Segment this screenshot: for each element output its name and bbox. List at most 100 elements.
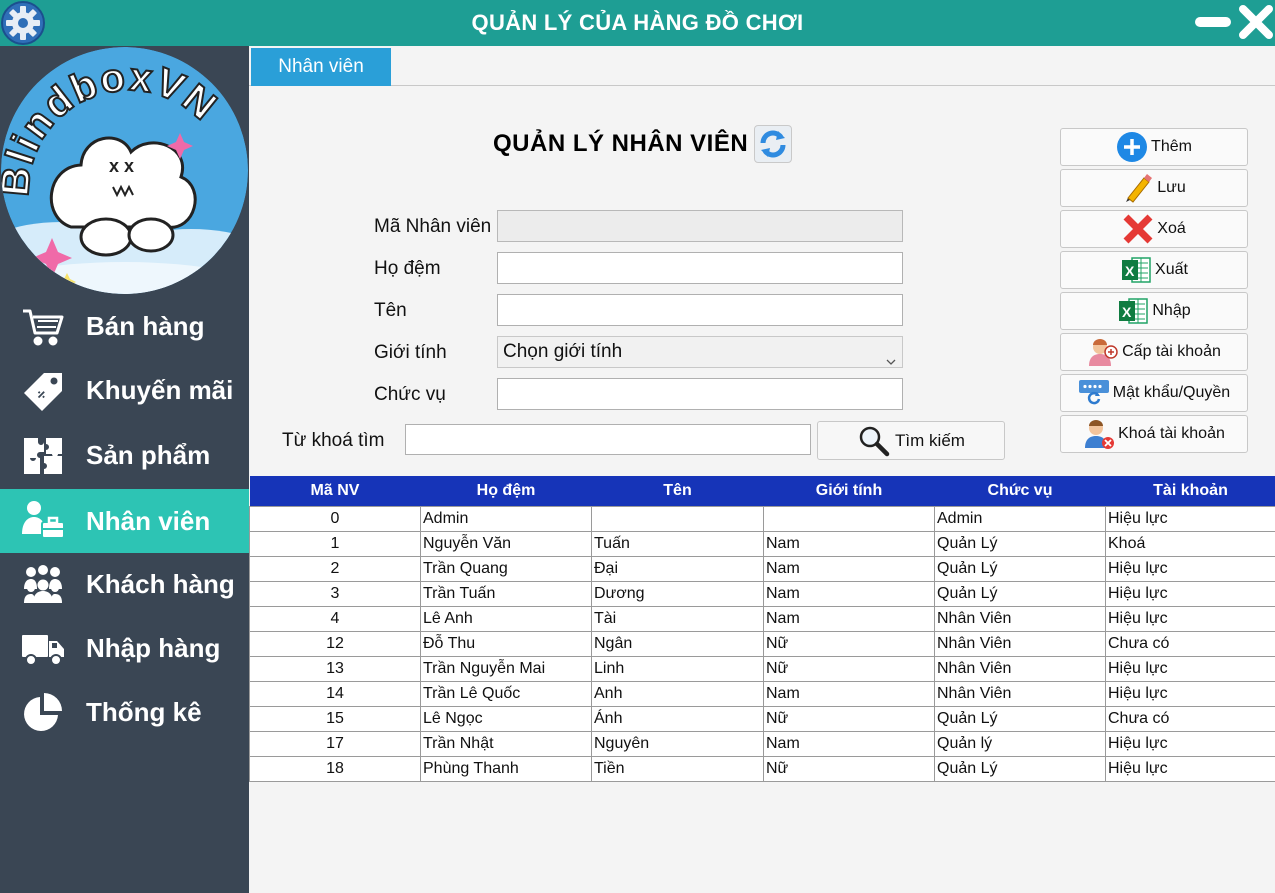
table-cell[interactable]: 4 bbox=[249, 605, 421, 632]
table-cell[interactable]: Nam bbox=[763, 730, 935, 757]
table-cell[interactable]: Chưa có bbox=[1105, 630, 1275, 657]
grant-account-button[interactable]: Cấp tài khoản bbox=[1060, 333, 1248, 371]
table-cell[interactable]: Tuấn bbox=[591, 530, 764, 557]
column-header-tai-khoan[interactable]: Tài khoản bbox=[1105, 476, 1275, 506]
sidebar-item-khach-hang[interactable]: Khách hàng bbox=[0, 552, 249, 616]
add-button[interactable]: Thêm bbox=[1060, 128, 1248, 166]
table-cell[interactable]: Anh bbox=[591, 680, 764, 707]
table-cell[interactable]: Linh bbox=[591, 655, 764, 682]
table-cell[interactable]: Trần Nhật bbox=[420, 730, 592, 757]
table-cell[interactable]: Trần Tuấn bbox=[420, 580, 592, 607]
search-input[interactable] bbox=[405, 424, 811, 455]
refresh-icon[interactable] bbox=[754, 125, 792, 163]
chuc-vu-field[interactable] bbox=[497, 378, 903, 410]
password-permission-button[interactable]: Mật khẩu/Quyền bbox=[1060, 374, 1248, 412]
table-cell[interactable]: Tài bbox=[591, 605, 764, 632]
lock-account-button[interactable]: Khoá tài khoản bbox=[1060, 415, 1248, 453]
sidebar-item-khuyen-mai[interactable]: ÷ Khuyến mãi bbox=[0, 358, 249, 422]
table-cell[interactable] bbox=[591, 505, 764, 532]
sidebar-item-nhan-vien[interactable]: Nhân viên bbox=[0, 489, 249, 553]
table-cell[interactable]: Quản Lý bbox=[934, 530, 1106, 557]
table-cell[interactable]: Quản Lý bbox=[934, 755, 1106, 782]
table-row[interactable]: 1 Nguyễn Văn Tuấn Nam Quản Lý Khoá bbox=[249, 530, 1275, 557]
table-cell[interactable]: Ngân bbox=[591, 630, 764, 657]
table-cell[interactable]: Quản Lý bbox=[934, 580, 1106, 607]
table-cell[interactable] bbox=[763, 505, 935, 532]
table-cell[interactable]: Nhân Viên bbox=[934, 605, 1106, 632]
table-cell[interactable]: 1 bbox=[249, 530, 421, 557]
save-button[interactable]: Lưu bbox=[1060, 169, 1248, 207]
table-row[interactable]: 13 Trần Nguyễn Mai Linh Nữ Nhân Viên Hiệu lực bbox=[249, 655, 1275, 682]
table-cell[interactable]: Trần Lê Quốc bbox=[420, 680, 592, 707]
column-header-ma-nv[interactable]: Mã NV bbox=[249, 476, 421, 506]
column-header-chuc-vu[interactable]: Chức vụ bbox=[934, 476, 1106, 506]
table-cell[interactable]: Admin bbox=[420, 505, 592, 532]
delete-button[interactable]: Xoá bbox=[1060, 210, 1248, 248]
table-cell[interactable]: Admin bbox=[934, 505, 1106, 532]
table-cell[interactable]: Nam bbox=[763, 680, 935, 707]
table-cell[interactable]: Nhân Viên bbox=[934, 680, 1106, 707]
sidebar-item-ban-hang[interactable]: Bán hàng bbox=[0, 294, 249, 358]
table-cell[interactable]: Trần Quang bbox=[420, 555, 592, 582]
table-cell[interactable]: Nữ bbox=[763, 630, 935, 657]
table-cell[interactable]: Hiệu lực bbox=[1105, 755, 1275, 782]
table-cell[interactable]: Lê Ngọc bbox=[420, 705, 592, 732]
table-cell[interactable]: Hiệu lực bbox=[1105, 580, 1275, 607]
table-cell[interactable]: Lê Anh bbox=[420, 605, 592, 632]
table-row[interactable]: 3 Trần Tuấn Dương Nam Quản Lý Hiệu lực bbox=[249, 580, 1275, 607]
table-cell[interactable]: Nguyễn Văn bbox=[420, 530, 592, 557]
table-cell[interactable]: 14 bbox=[249, 680, 421, 707]
table-row[interactable]: 18 Phùng Thanh Tiền Nữ Quản Lý Hiệu lực bbox=[249, 755, 1275, 782]
table-cell[interactable]: 13 bbox=[249, 655, 421, 682]
column-header-ho-dem[interactable]: Họ đệm bbox=[420, 476, 592, 506]
table-cell[interactable]: Đỗ Thu bbox=[420, 630, 592, 657]
table-cell[interactable]: Ánh bbox=[591, 705, 764, 732]
table-cell[interactable]: 15 bbox=[249, 705, 421, 732]
table-cell[interactable]: Nhân Viên bbox=[934, 630, 1106, 657]
table-cell[interactable]: Nhân Viên bbox=[934, 655, 1106, 682]
table-cell[interactable]: Nam bbox=[763, 605, 935, 632]
table-cell[interactable]: Nguyên bbox=[591, 730, 764, 757]
table-cell[interactable]: 2 bbox=[249, 555, 421, 582]
table-cell[interactable]: Quản Lý bbox=[934, 555, 1106, 582]
table-cell[interactable]: Nữ bbox=[763, 755, 935, 782]
column-header-ten[interactable]: Tên bbox=[591, 476, 764, 506]
table-row[interactable]: 4 Lê Anh Tài Nam Nhân Viên Hiệu lực bbox=[249, 605, 1275, 632]
table-cell[interactable]: Trần Nguyễn Mai bbox=[420, 655, 592, 682]
table-cell[interactable]: Nam bbox=[763, 555, 935, 582]
table-cell[interactable]: Hiệu lực bbox=[1105, 730, 1275, 757]
minimize-icon[interactable] bbox=[1193, 14, 1233, 30]
table-row[interactable]: 2 Trần Quang Đại Nam Quản Lý Hiệu lực bbox=[249, 555, 1275, 582]
table-cell[interactable]: Nữ bbox=[763, 655, 935, 682]
table-cell[interactable]: Hiệu lực bbox=[1105, 655, 1275, 682]
ho-dem-field[interactable] bbox=[497, 252, 903, 284]
table-cell[interactable]: Tiền bbox=[591, 755, 764, 782]
sidebar-item-nhap-hang[interactable]: Nhập hàng bbox=[0, 616, 249, 680]
table-cell[interactable]: Nam bbox=[763, 530, 935, 557]
export-button[interactable]: X Xuất bbox=[1060, 251, 1248, 289]
close-icon[interactable] bbox=[1238, 4, 1274, 40]
table-cell[interactable]: Nữ bbox=[763, 705, 935, 732]
ma-nhan-vien-field[interactable] bbox=[497, 210, 903, 242]
table-cell[interactable]: Dương bbox=[591, 580, 764, 607]
table-cell[interactable]: Hiệu lực bbox=[1105, 505, 1275, 532]
table-cell[interactable]: 12 bbox=[249, 630, 421, 657]
table-cell[interactable]: Quản Lý bbox=[934, 705, 1106, 732]
table-cell[interactable]: Hiệu lực bbox=[1105, 605, 1275, 632]
table-cell[interactable]: Nam bbox=[763, 580, 935, 607]
table-cell[interactable]: Khoá bbox=[1105, 530, 1275, 557]
table-row[interactable]: 17 Trần Nhật Nguyên Nam Quản lý Hiệu lực bbox=[249, 730, 1275, 757]
ten-field[interactable] bbox=[497, 294, 903, 326]
table-cell[interactable]: Chưa có bbox=[1105, 705, 1275, 732]
table-row[interactable]: 0 Admin Admin Hiệu lực bbox=[249, 505, 1275, 532]
table-cell[interactable]: Phùng Thanh bbox=[420, 755, 592, 782]
table-row[interactable]: 12 Đỗ Thu Ngân Nữ Nhân Viên Chưa có bbox=[249, 630, 1275, 657]
search-button[interactable]: Tìm kiếm bbox=[817, 421, 1005, 460]
table-cell[interactable]: 18 bbox=[249, 755, 421, 782]
table-cell[interactable]: Quản lý bbox=[934, 730, 1106, 757]
sidebar-item-san-pham[interactable]: Sản phẩm bbox=[0, 423, 249, 487]
sidebar-item-thong-ke[interactable]: Thống kê bbox=[0, 680, 249, 744]
table-row[interactable]: 15 Lê Ngọc Ánh Nữ Quản Lý Chưa có bbox=[249, 705, 1275, 732]
gear-icon[interactable] bbox=[0, 0, 46, 46]
import-button[interactable]: X Nhập bbox=[1060, 292, 1248, 330]
